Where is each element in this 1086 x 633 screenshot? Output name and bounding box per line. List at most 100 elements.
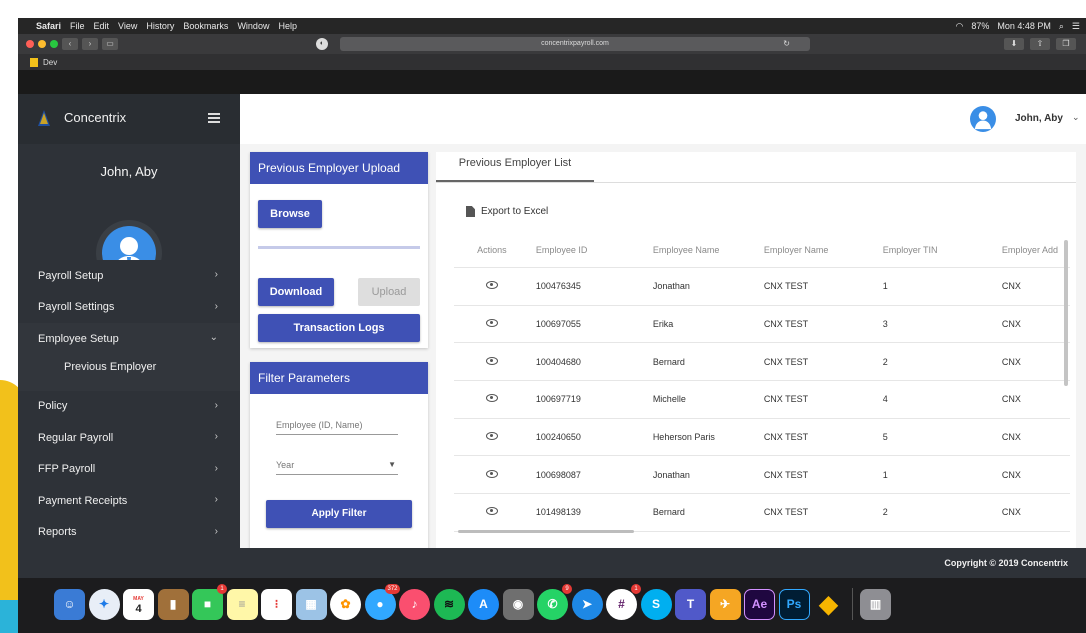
year-select[interactable]: Year ▼ <box>276 460 398 475</box>
screenshot-icon[interactable]: ◉ <box>502 588 534 620</box>
back-button[interactable]: ‹ <box>62 38 78 50</box>
battery-percent[interactable]: 87% <box>971 21 989 31</box>
favorite-dev[interactable]: Dev <box>43 58 57 67</box>
favorites-bar: Dev <box>18 54 1086 70</box>
zoom-window-button[interactable] <box>50 40 58 48</box>
cell-employer-name: CNX TEST <box>763 394 809 405</box>
reminders-icon[interactable]: ⁝ <box>261 588 292 620</box>
tabs-overview-icon[interactable]: ❐ <box>1056 38 1076 50</box>
minimize-window-button[interactable] <box>38 40 46 48</box>
notification-center-icon[interactable]: ☰ <box>1072 21 1080 32</box>
teams-icon[interactable]: T <box>675 588 706 620</box>
table-vertical-scrollbar[interactable] <box>1064 240 1068 386</box>
share-icon[interactable]: ⇧ <box>1030 38 1050 50</box>
col-employer-name[interactable]: Employer Name <box>760 245 875 255</box>
sidebar-item-regular-payroll[interactable]: Regular Payroll › <box>18 422 240 454</box>
sidebar-item-payroll-settings[interactable]: Payroll Settings › <box>18 291 240 323</box>
skype-icon[interactable]: S <box>640 588 672 620</box>
folder-icon <box>30 57 38 67</box>
menu-view[interactable]: View <box>118 21 137 31</box>
apply-filter-button[interactable]: Apply Filter <box>266 500 412 528</box>
sidebar-item-policy[interactable]: Policy › <box>18 390 240 422</box>
preview-icon[interactable]: ▦ <box>295 588 327 620</box>
tab-previous-employer-list[interactable]: Previous Employer List <box>436 152 594 182</box>
messages-icon[interactable]: ● 372 <box>364 583 400 620</box>
employee-filter-input[interactable]: Employee (ID, Name) <box>276 420 398 435</box>
chevron-right-icon: › <box>214 431 218 442</box>
sidebar-item-payroll-setup[interactable]: Payroll Setup › <box>18 260 240 292</box>
clock[interactable]: Mon 4:48 PM <box>997 21 1051 31</box>
menu-window[interactable]: Window <box>237 21 269 31</box>
safari-icon[interactable]: ✦ <box>88 588 120 620</box>
col-employer-tin[interactable]: Employer TIN <box>875 245 982 255</box>
copyright-text: Copyright © 2019 Concentrix <box>944 558 1068 568</box>
slack-icon[interactable]: #1 <box>606 583 641 620</box>
cell-employer-name: CNX TEST <box>763 469 809 480</box>
menu-safari[interactable]: Safari <box>36 21 61 31</box>
col-employer-address[interactable]: Employer Add <box>982 245 1070 255</box>
col-employee-id[interactable]: Employee ID <box>530 245 645 255</box>
upload-button[interactable]: Upload <box>358 278 420 306</box>
nav-spacer <box>18 378 240 391</box>
browse-button[interactable]: Browse <box>258 200 322 228</box>
cell-employer-tin: 2 <box>882 507 888 518</box>
sidebar-item-payment-receipts[interactable]: Payment Receipts › <box>18 485 240 517</box>
music-icon[interactable]: ♪ <box>399 588 430 620</box>
address-bar[interactable]: concentrixpayroll.com ↻ <box>340 37 810 51</box>
sidebar-item-reports[interactable]: Reports › <box>18 516 240 548</box>
close-window-button[interactable] <box>26 40 34 48</box>
plane-app-icon[interactable]: ✈ <box>709 588 741 620</box>
after-effects-icon[interactable]: Ae <box>744 588 775 620</box>
spotify-icon[interactable]: ≋ <box>433 588 465 620</box>
download-button[interactable]: Download <box>258 278 334 306</box>
table-horizontal-scrollbar[interactable] <box>458 530 634 533</box>
view-eye-icon[interactable] <box>485 507 498 516</box>
menu-history[interactable]: History <box>146 21 174 31</box>
trash-icon[interactable]: ▥ <box>860 588 891 620</box>
view-eye-icon[interactable] <box>485 394 498 403</box>
header-user-avatar[interactable] <box>970 106 996 132</box>
reload-icon[interactable]: ↻ <box>783 37 790 51</box>
header-user-name[interactable]: John, Aby <box>1015 113 1063 124</box>
export-to-excel-button[interactable]: Export to Excel <box>466 206 548 217</box>
col-employee-name[interactable]: Employee Name <box>645 245 760 255</box>
view-eye-icon[interactable] <box>485 432 498 441</box>
sidebar-item-employee-setup[interactable]: Employee Setup ⌄ <box>18 323 240 355</box>
calendar-icon[interactable]: MAY 4 <box>123 588 154 620</box>
menu-bookmarks[interactable]: Bookmarks <box>183 21 228 31</box>
cell-employer-tin: 1 <box>882 281 888 292</box>
sidebar-item-label: Payment Receipts <box>38 494 128 507</box>
view-eye-icon[interactable] <box>485 469 498 478</box>
telegram-icon[interactable]: ➤ <box>571 588 603 620</box>
sidebar-toggle-icon[interactable]: ▭ <box>102 38 118 50</box>
view-eye-icon[interactable] <box>485 356 498 365</box>
view-eye-icon[interactable] <box>485 281 498 290</box>
finder-icon[interactable]: ☺ <box>54 588 85 620</box>
wifi-icon[interactable]: ◠ <box>955 21 963 32</box>
hamburger-menu-icon[interactable] <box>208 113 220 123</box>
menu-edit[interactable]: Edit <box>94 21 110 31</box>
menu-help[interactable]: Help <box>278 21 297 31</box>
photoshop-icon[interactable]: Ps <box>778 588 810 620</box>
sketch-icon[interactable]: ◆ <box>813 589 844 620</box>
menu-file[interactable]: File <box>70 21 85 31</box>
transaction-logs-button[interactable]: Transaction Logs <box>258 314 420 342</box>
chevron-down-icon[interactable]: ⌄ <box>1072 112 1080 123</box>
facetime-icon[interactable]: ■ 1 <box>192 583 227 620</box>
notes-icon[interactable]: ≡ <box>226 588 258 620</box>
app-store-icon[interactable]: A <box>468 588 499 620</box>
sidebar-subitem-previous-employer[interactable]: Previous Employer <box>18 354 240 379</box>
photos-icon[interactable]: ✿ <box>330 588 361 620</box>
contacts-icon[interactable]: ▮ <box>157 588 189 620</box>
sidebar-item-ffp-payroll[interactable]: FFP Payroll › <box>18 453 240 485</box>
spotlight-search-icon[interactable]: ⌕ <box>1059 21 1064 32</box>
tab-divider <box>436 182 1076 183</box>
cell-employer-name: CNX TEST <box>763 281 809 292</box>
cell-employer-address: CNX <box>1001 432 1021 443</box>
privacy-shield-icon[interactable]: ◐ <box>316 38 328 50</box>
downloads-icon[interactable]: ⬇ <box>1004 38 1024 50</box>
forward-button[interactable]: › <box>82 38 98 50</box>
whatsapp-icon[interactable]: ✆ 9 <box>537 583 572 620</box>
view-eye-icon[interactable] <box>485 319 498 328</box>
filter-panel-title: Filter Parameters <box>250 362 428 394</box>
